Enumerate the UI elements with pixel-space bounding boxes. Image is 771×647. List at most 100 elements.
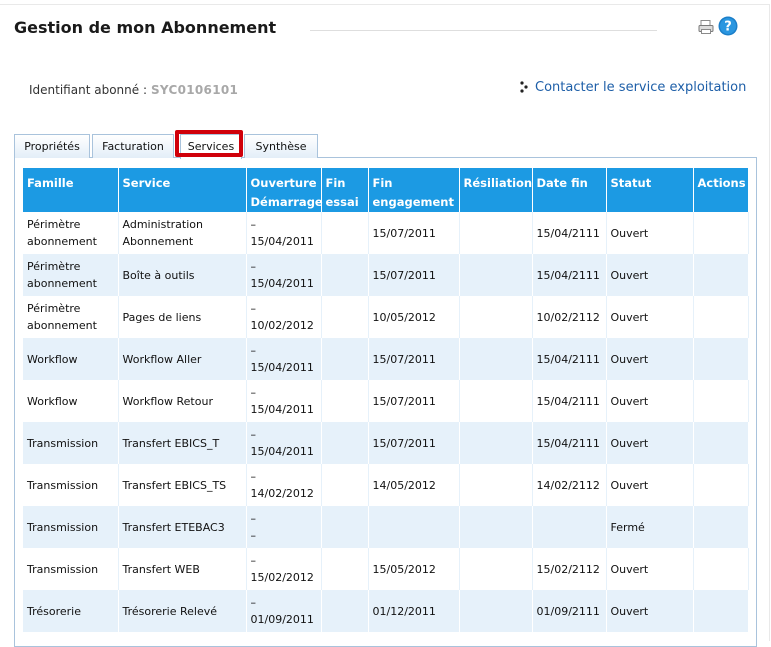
cell-famille: Périmètre abonnement — [23, 296, 119, 338]
cell-fin-essai — [321, 212, 369, 254]
cell-famille: Transmission — [23, 548, 119, 590]
cell-statut: Ouvert — [606, 422, 694, 464]
table-row[interactable]: Transmission Transfert EBICS_T –15/04/2011… — [23, 422, 749, 464]
cell-ouverture: –15/04/2011 — [246, 338, 322, 380]
cell-resiliation — [459, 380, 533, 422]
cell-resiliation — [459, 212, 533, 254]
services-table: Famille Service Ouverture Démarrage Fin essai… — [23, 168, 749, 632]
tab-proprietes[interactable]: Propriétés — [14, 134, 90, 158]
cell-service: Workflow Aller — [118, 338, 247, 380]
table-row[interactable]: Périmètre abonnement Boîte à outils –15/04/… — [23, 254, 749, 296]
cell-fin-essai — [321, 254, 369, 296]
cell-fin-engagement: 15/07/2011 — [368, 338, 460, 380]
column-header-service[interactable]: Service — [118, 168, 247, 212]
cell-statut: Ouvert — [606, 254, 694, 296]
column-header-fin-essai[interactable]: Fin essai — [321, 168, 369, 212]
cell-ouverture: –14/02/2012 — [246, 464, 322, 506]
cell-ouverture: –10/02/2012 — [246, 296, 322, 338]
help-icon[interactable]: ? — [718, 16, 738, 36]
column-header-actions[interactable]: Actions — [693, 168, 748, 212]
subscription-page: Gestion de mon Abonnement ? Identifiant … — [0, 0, 771, 647]
cell-fin-engagement: 01/12/2011 — [368, 590, 460, 632]
cell-service: Transfert EBICS_T — [118, 422, 247, 464]
table-row[interactable]: Transmission Transfert WEB –15/02/2012 15/0… — [23, 548, 749, 590]
column-header-ouverture[interactable]: Ouverture Démarrage — [246, 168, 323, 212]
tab-services[interactable]: Services — [180, 134, 242, 159]
contact-support-link[interactable]: Contacter le service exploitation — [519, 79, 746, 95]
cell-date-fin: 15/04/2111 — [532, 422, 607, 464]
table-row[interactable]: Workflow Workflow Retour –15/04/2011 15/07/… — [23, 380, 749, 422]
cell-actions — [693, 506, 749, 548]
frame-right-border — [769, 4, 770, 641]
cell-fin-engagement — [368, 506, 460, 548]
column-header-date-fin[interactable]: Date fin — [532, 168, 607, 212]
tab-facturation[interactable]: Facturation — [92, 134, 174, 158]
cell-date-fin: 15/02/2112 — [532, 548, 607, 590]
cell-actions — [693, 422, 749, 464]
column-header-fin-engagement[interactable]: Fin engagement — [368, 168, 460, 212]
contact-support-label[interactable]: Contacter le service exploitation — [535, 80, 746, 95]
cell-statut: Ouvert — [606, 338, 694, 380]
cell-service: Transfert EBICS_TS — [118, 464, 247, 506]
column-header-famille[interactable]: Famille — [23, 168, 119, 212]
subscriber-id-value: SYC0106101 — [150, 83, 239, 97]
cell-date-fin: 15/04/2111 — [532, 380, 607, 422]
frame-top-border — [0, 4, 769, 5]
table-header-row: Famille Service Ouverture Démarrage Fin essai… — [23, 168, 748, 212]
cell-statut: Ouvert — [606, 548, 694, 590]
cell-fin-essai — [321, 338, 369, 380]
cell-service: Administration Abonnement — [118, 212, 247, 254]
cell-fin-essai — [321, 422, 369, 464]
cell-actions — [693, 212, 749, 254]
svg-text:?: ? — [724, 20, 732, 35]
title-divider — [310, 30, 657, 31]
cell-ouverture: –15/04/2011 — [246, 212, 322, 254]
cell-service: Transfert ETEBAC3 — [118, 506, 247, 548]
cell-statut: Ouvert — [606, 296, 694, 338]
cell-resiliation — [459, 548, 533, 590]
table-row[interactable]: Transmission Transfert ETEBAC3– – Fermé — [23, 506, 749, 548]
cell-actions — [693, 296, 749, 338]
cell-statut: Ouvert — [606, 380, 694, 422]
cell-resiliation — [459, 422, 533, 464]
column-header-statut[interactable]: Statut — [606, 168, 694, 212]
cell-fin-engagement: 15/07/2011 — [368, 254, 460, 296]
table-row[interactable]: Trésorerie Trésorerie Relevé –01/09/2011 01… — [23, 590, 749, 632]
cell-date-fin: 15/04/2111 — [532, 338, 607, 380]
cell-date-fin: 14/02/2112 — [532, 464, 607, 506]
cell-resiliation — [459, 338, 533, 380]
table-row[interactable]: Périmètre abonnement Pages de liens –10/02/… — [23, 296, 749, 338]
tab-synthese[interactable]: Synthèse — [244, 134, 318, 158]
cell-resiliation — [459, 296, 533, 338]
cell-fin-essai — [321, 296, 369, 338]
cell-actions — [693, 464, 749, 506]
print-icon[interactable] — [698, 19, 714, 35]
subscriber-id-label: Identifiant abonné : — [29, 83, 147, 97]
cell-date-fin: 15/04/2111 — [532, 212, 607, 254]
table-body: Périmètre abonnement Administration Abonnem… — [23, 212, 749, 632]
cell-famille: Transmission — [23, 464, 119, 506]
subscriber-id: Identifiant abonné : SYC0106101 — [29, 83, 238, 97]
cell-famille: Périmètre abonnement — [23, 212, 119, 254]
cell-date-fin: 15/04/2111 — [532, 254, 607, 296]
cell-fin-essai — [321, 506, 369, 548]
cell-resiliation — [459, 590, 533, 632]
cell-ouverture: –15/02/2012 — [246, 548, 322, 590]
table-row[interactable]: Workflow Workflow Aller –15/04/2011 15/07/2… — [23, 338, 749, 380]
dots-icon — [520, 81, 528, 93]
page-title: Gestion de mon Abonnement — [14, 18, 277, 37]
table-row[interactable]: Périmètre abonnement Administration Abonnem… — [23, 212, 749, 254]
cell-statut: Fermé — [606, 506, 694, 548]
cell-statut: Ouvert — [606, 590, 694, 632]
cell-fin-essai — [321, 548, 369, 590]
cell-ouverture: –15/04/2011 — [246, 380, 322, 422]
table-row[interactable]: Transmission Transfert EBICS_TS –14/02/201… — [23, 464, 749, 506]
cell-statut: Ouvert — [606, 212, 694, 254]
cell-fin-essai — [321, 464, 369, 506]
cell-service: Workflow Retour — [118, 380, 247, 422]
cell-famille: Workflow — [23, 380, 119, 422]
cell-fin-engagement: 10/05/2012 — [368, 296, 460, 338]
column-header-resiliation[interactable]: Résiliation — [459, 168, 533, 212]
cell-statut: Ouvert — [606, 464, 694, 506]
cell-date-fin: 01/09/2111 — [532, 590, 607, 632]
